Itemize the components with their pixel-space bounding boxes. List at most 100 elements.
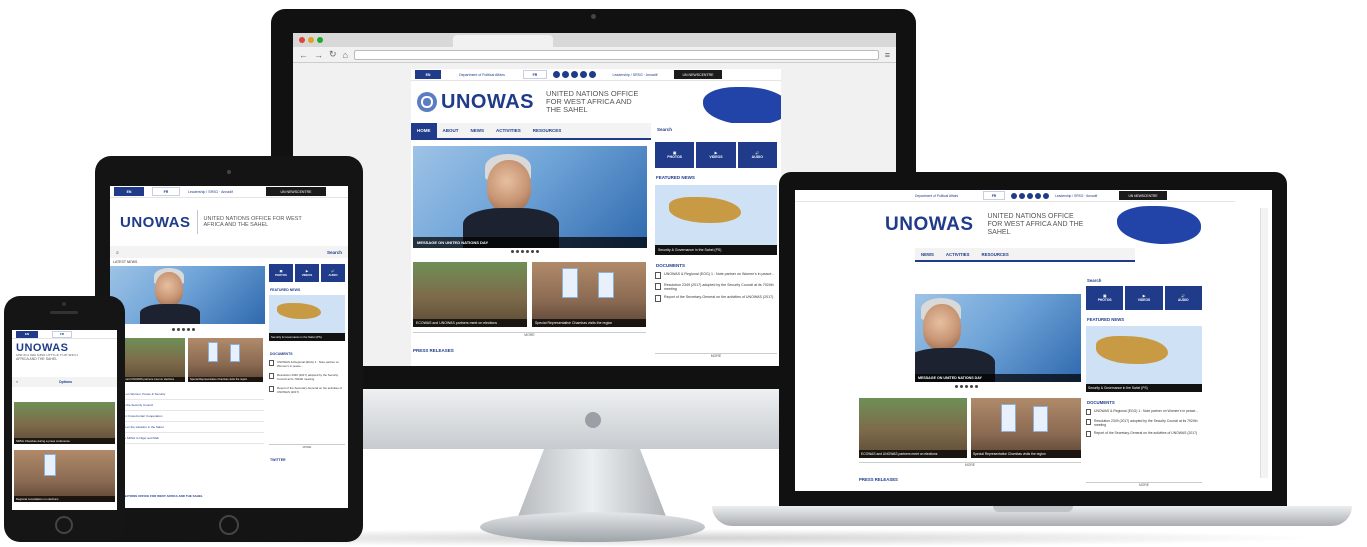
lang-fr-button[interactable]: FR — [983, 191, 1005, 200]
document-icon — [655, 283, 661, 290]
news-thumb[interactable]: ECOWAS and UNOWAS partners meet on elect… — [413, 262, 527, 327]
phone-menu-bar[interactable]: ≡ Options — [12, 377, 117, 387]
featured-map-caption: Security & Governance in the Sahel (PS) — [655, 245, 777, 255]
lang-en-button[interactable]: EN — [16, 330, 38, 338]
tablet-news-list: Workshop on Women, Peace & Security Brie… — [112, 389, 264, 444]
documents-more-link[interactable]: MORE — [1086, 482, 1202, 487]
list-item[interactable]: Workshop on Women, Peace & Security — [112, 389, 264, 400]
tablet-bottom-link[interactable]: UNITED NATIONS OFFICE FOR WEST AFRICA AN… — [112, 494, 264, 498]
laptop-scrollbar[interactable] — [1260, 208, 1268, 478]
featured-map[interactable]: Security & Governance in the Sahel (PS) — [269, 295, 345, 341]
browser-tab[interactable] — [453, 35, 553, 47]
hero-slider[interactable] — [110, 266, 265, 324]
hero-slider[interactable]: MESSAGE ON UNITED NATIONS DAY — [413, 146, 647, 248]
list-item[interactable]: Meeting on Cross-border Cooperation — [112, 411, 264, 422]
videos-button[interactable]: ▶ VIDEOS — [295, 264, 319, 282]
news-thumb[interactable]: Regional consultation on elections — [14, 450, 115, 502]
search-label[interactable]: Search — [327, 250, 342, 255]
tablet-screen: EN FR Leadership / SRSG · Annadif UN NEW… — [110, 186, 348, 508]
lang-en-button[interactable]: EN — [415, 70, 441, 79]
news-thumb-caption: ECOWAS and UNOWAS partners meet on elect… — [859, 450, 967, 458]
list-item[interactable]: Briefing to the Security Council — [112, 400, 264, 411]
lang-en-button[interactable]: EN — [114, 187, 144, 196]
document-item[interactable]: Report of the Secretary-General on the a… — [1086, 431, 1202, 437]
address-bar[interactable] — [353, 49, 879, 60]
news-thumb-caption: Special Representative Chambas visits th… — [188, 377, 263, 382]
search-label[interactable]: Search — [1087, 278, 1101, 283]
news-more-link[interactable]: MORE — [413, 332, 646, 337]
back-arrow-icon[interactable]: ← — [299, 50, 308, 60]
close-window-icon[interactable] — [299, 37, 305, 43]
search-label[interactable]: Search — [657, 127, 672, 132]
social-icons[interactable] — [553, 71, 596, 78]
photos-button[interactable]: ▣ PHOTOS — [269, 264, 293, 282]
nav-activities[interactable]: ACTIVITIES — [940, 252, 976, 257]
news-thumb[interactable]: ECOWAS and UNOWAS partners meet on elect… — [859, 398, 967, 458]
leadership-link[interactable]: Leadership / SRSG · Annadif — [188, 190, 258, 194]
reload-icon[interactable]: ↻ — [329, 49, 337, 60]
hero-dots[interactable] — [511, 250, 539, 253]
relations-link[interactable]: Department of Political Affairs — [447, 73, 517, 77]
hamburger-icon[interactable]: ≡ — [16, 380, 18, 384]
documents-more-link[interactable]: MORE — [655, 353, 777, 358]
lang-fr-button[interactable]: FR — [52, 330, 72, 338]
phone-camera — [62, 302, 66, 306]
document-item[interactable]: Resolution 2349 (2017) adopted by the Se… — [655, 283, 777, 291]
document-item[interactable]: Resolution 2349 (2017) adopted by the Se… — [1086, 419, 1202, 427]
minimize-window-icon[interactable] — [308, 37, 314, 43]
nav-about[interactable]: ABOUT — [437, 128, 465, 133]
lang-fr-button[interactable]: FR — [152, 187, 180, 196]
maximize-window-icon[interactable] — [317, 37, 323, 43]
documents-title: DOCUMENTS — [656, 263, 685, 268]
relations-link[interactable]: Department of Political Affairs — [915, 194, 977, 198]
menu-icon[interactable]: ≡ — [885, 50, 890, 60]
news-thumb[interactable]: Special Representative Chambas visits th… — [971, 398, 1081, 458]
document-item[interactable]: UNOWAS & Regional (EGG) 1 : Note partner… — [269, 360, 345, 368]
hamburger-icon[interactable]: ≡ — [116, 250, 119, 255]
document-item[interactable]: UNOWAS & Regional (EGG) 1 : Note partner… — [655, 272, 777, 279]
nav-news[interactable]: NEWS — [915, 252, 940, 257]
document-item[interactable]: Report of the Secretary-General on the a… — [655, 295, 777, 302]
videos-button[interactable]: ▶ VIDEOS — [696, 142, 736, 168]
audio-button[interactable]: 🔊 AUDIO — [1164, 286, 1202, 310]
newscentre-button[interactable]: UN NEWSCENTRE — [1119, 191, 1167, 200]
hero-dots[interactable] — [955, 385, 978, 388]
photos-button[interactable]: ▣ PHOTOS — [655, 142, 695, 168]
nav-activities[interactable]: ACTIVITIES — [490, 128, 527, 133]
audio-button[interactable]: 🔊 AUDIO — [737, 142, 777, 168]
photos-button[interactable]: ▣ PHOTOS — [1086, 286, 1124, 310]
news-more-link[interactable]: MORE — [859, 462, 1081, 467]
social-icons[interactable] — [1011, 192, 1049, 199]
newscentre-button[interactable]: UN NEWSCENTRE — [266, 187, 326, 196]
news-thumb[interactable]: Special Representative Chambas visits th… — [188, 338, 263, 382]
newscentre-button[interactable]: UN NEWSCENTRE — [674, 70, 722, 79]
home-icon[interactable]: ⌂ — [343, 50, 348, 60]
nav-resources[interactable]: RESOURCES — [976, 252, 1015, 257]
featured-title: FEATURED NEWS — [270, 288, 301, 292]
nav-resources[interactable]: RESOURCES — [527, 128, 568, 133]
document-item[interactable]: UNOWAS & Regional (EGG) 1 : Note partner… — [1086, 409, 1202, 415]
tablet-menu-bar[interactable]: ≡ Search — [110, 246, 348, 258]
phone-menu-label[interactable]: Options — [59, 380, 72, 384]
audio-button[interactable]: 🔊 AUDIO — [321, 264, 345, 282]
world-map-graphic — [1117, 206, 1201, 244]
nav-home[interactable]: HOME — [411, 123, 437, 138]
featured-map[interactable]: Security & Governance in the Sahel (PS) — [655, 185, 777, 255]
news-thumb[interactable]: SRSG Chambas during a press conference — [14, 402, 115, 444]
hero-slider[interactable]: MESSAGE ON UNITED NATIONS DAY — [915, 294, 1081, 382]
nav-news[interactable]: NEWS — [465, 128, 491, 133]
documents-more-link[interactable]: MORE — [269, 444, 345, 449]
forward-arrow-icon[interactable]: → — [314, 50, 323, 60]
list-item[interactable]: Visit of the SRSG to Niger and Mali — [112, 433, 264, 444]
list-item[interactable]: Statement on the situation in the Sahel — [112, 422, 264, 433]
featured-map[interactable]: Security & Governance in the Sahel (PS) — [1086, 326, 1202, 392]
news-thumb[interactable]: Special Representative Chambas visits th… — [532, 262, 646, 327]
hero-portrait — [487, 160, 531, 212]
document-item[interactable]: Report of the Secretary-General on the a… — [269, 386, 345, 394]
lang-fr-button[interactable]: FR — [523, 70, 547, 79]
hero-dots[interactable] — [172, 328, 195, 331]
leadership-link[interactable]: Leadership / SRSG · Annadif — [1055, 194, 1113, 198]
videos-button[interactable]: ▶ VIDEOS — [1125, 286, 1163, 310]
leadership-link[interactable]: Leadership / SRSG · Annadif — [602, 73, 668, 77]
document-item[interactable]: Resolution 2349 (2017) adopted by the Se… — [269, 373, 345, 381]
